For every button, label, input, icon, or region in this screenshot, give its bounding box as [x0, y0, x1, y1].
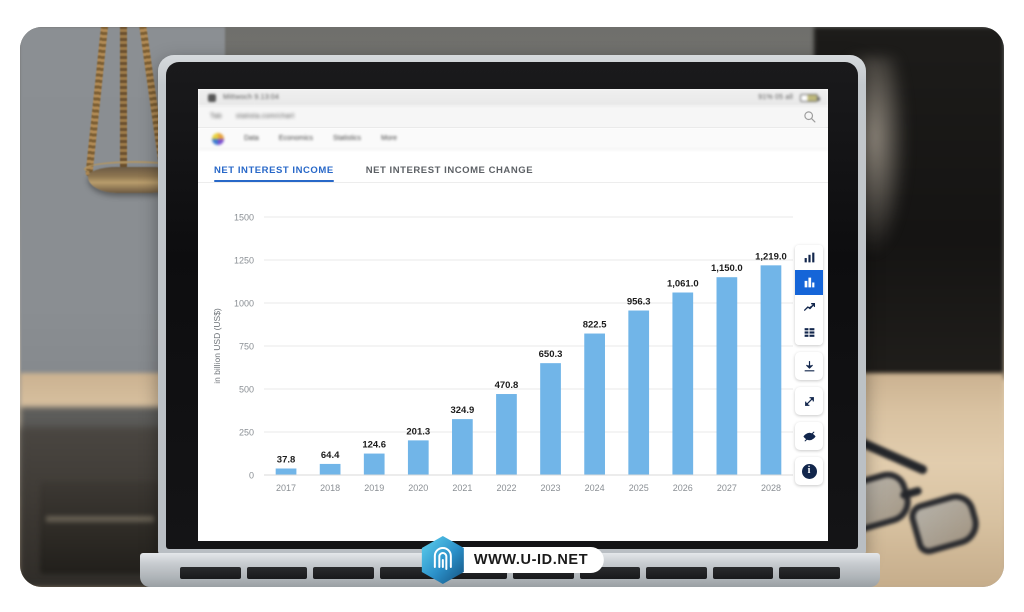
info-icon: i	[801, 463, 817, 479]
bar-value-label: 470.8	[495, 380, 519, 391]
y-axis-tick-label: 1000	[234, 299, 254, 309]
expand-icon	[804, 396, 814, 406]
expand-button[interactable]	[795, 387, 823, 415]
y-axis-tick-label: 250	[239, 428, 254, 438]
bar-value-label: 956.3	[627, 297, 651, 308]
bar-value-label: 324.9	[450, 405, 474, 416]
line-chart-icon	[803, 303, 815, 311]
nav-item-2[interactable]: Statistics	[333, 135, 361, 142]
x-axis-tick-label: 2017	[276, 483, 296, 493]
screenshot-root: Mittwoch 9.13:04 91% 05 all Tab statista…	[0, 0, 1024, 612]
bar[interactable]	[716, 277, 738, 475]
column-chart-icon	[804, 277, 814, 288]
column-chart-icon-button[interactable]	[795, 270, 823, 295]
scale-chain-left	[85, 27, 109, 177]
x-axis-tick-label: 2023	[541, 483, 561, 493]
bar-value-label: 201.3	[406, 426, 430, 437]
y-axis-tick-label: 1250	[234, 256, 254, 266]
bar-value-label: 1,061.0	[667, 279, 699, 290]
bar[interactable]	[584, 333, 605, 475]
watermark: WWW.U-ID.NET	[420, 535, 605, 585]
y-axis-tick-label: 500	[239, 385, 254, 395]
x-axis-tick-label: 2025	[629, 483, 649, 493]
line-chart-icon-button[interactable]	[795, 295, 823, 320]
x-axis-tick-label: 2020	[408, 483, 428, 493]
x-axis-tick-label: 2024	[585, 483, 605, 493]
browser-tab-label[interactable]: Tab	[210, 113, 222, 120]
bar[interactable]	[760, 265, 782, 475]
bar-value-label: 1,150.0	[711, 263, 743, 274]
site-navigation[interactable]: Data Economics Statistics More	[198, 128, 828, 150]
y-axis-tick-label: 1500	[234, 213, 254, 223]
bar[interactable]	[275, 468, 297, 475]
x-axis-tick-label: 2022	[496, 483, 516, 493]
x-axis-tick-label: 2021	[452, 483, 472, 493]
chart-toolbar: i	[795, 245, 823, 485]
x-axis-tick-label: 2019	[364, 483, 384, 493]
search-icon[interactable]	[803, 110, 816, 123]
browser-window: Mittwoch 9.13:04 91% 05 all Tab statista…	[198, 89, 828, 541]
x-axis-tick-label: 2028	[761, 483, 781, 493]
bar-chart-icon	[804, 252, 814, 263]
bar[interactable]	[496, 394, 517, 475]
bar-value-label: 37.8	[277, 454, 296, 465]
x-axis-tick-label: 2018	[320, 483, 340, 493]
bar[interactable]	[452, 419, 473, 475]
fingerprint-hexagon-icon	[420, 535, 466, 585]
chart-type-group	[795, 245, 823, 345]
laptop-screen: Mittwoch 9.13:04 91% 05 all Tab statista…	[198, 89, 828, 541]
nav-item-1[interactable]: Economics	[279, 135, 313, 142]
bar-chart-icon-button[interactable]	[795, 245, 823, 270]
scale-chain-middle	[120, 27, 127, 169]
os-status-bar: Mittwoch 9.13:04 91% 05 all	[198, 89, 828, 106]
hide-source-button[interactable]	[795, 422, 823, 450]
bar[interactable]	[363, 453, 385, 475]
bar-value-label: 64.4	[321, 450, 340, 461]
photo-frame: Mittwoch 9.13:04 91% 05 all Tab statista…	[20, 27, 1004, 587]
bar[interactable]	[407, 440, 429, 475]
bar[interactable]	[628, 310, 650, 475]
download-icon	[804, 360, 814, 371]
apple-menu-icon[interactable]	[208, 93, 216, 102]
hide-eye-icon	[802, 431, 816, 441]
bar-value-label: 1,219.0	[755, 251, 787, 262]
chart-tabs: NET INTEREST INCOME NET INTEREST INCOME …	[198, 150, 828, 183]
bar[interactable]	[672, 292, 694, 475]
bar-chart: 0 250 500 750 1000 1250 1500 in billion USD (US…	[212, 213, 793, 493]
bar-value-label: 650.3	[539, 349, 563, 360]
x-axis-tick-label: 2027	[717, 483, 737, 493]
bar[interactable]	[540, 363, 561, 475]
y-axis-tick-label: 0	[249, 471, 254, 481]
tab-net-interest-income-change[interactable]: NET INTEREST INCOME CHANGE	[366, 165, 533, 182]
x-axis-tick-label: 2026	[673, 483, 693, 493]
chart-container: 0 250 500 750 1000 1250 1500 in billion USD (US…	[198, 183, 828, 541]
bar-value-label: 124.6	[362, 440, 386, 451]
bar-value-label: 822.5	[583, 320, 607, 331]
nav-item-3[interactable]: More	[381, 135, 397, 142]
y-axis-title: in billion USD (US$)	[212, 308, 222, 384]
table-icon	[804, 328, 814, 337]
nav-item-0[interactable]: Data	[244, 135, 259, 142]
bar[interactable]	[319, 463, 341, 475]
tab-net-interest-income[interactable]: NET INTEREST INCOME	[214, 165, 334, 182]
info-button[interactable]: i	[795, 457, 823, 485]
browser-address-bar[interactable]: Tab statista.com/chart	[198, 106, 828, 128]
laptop: Mittwoch 9.13:04 91% 05 all Tab statista…	[140, 55, 880, 587]
download-button[interactable]	[795, 352, 823, 380]
battery-icon	[800, 93, 820, 102]
site-logo-icon[interactable]	[212, 132, 224, 145]
address-bar-url[interactable]: statista.com/chart	[236, 113, 294, 120]
eyeglasses-lens-right	[906, 488, 984, 558]
status-bar-clock: Mittwoch 9.13:04	[223, 94, 280, 101]
y-axis-tick-label: 750	[239, 342, 254, 352]
table-icon-button[interactable]	[795, 320, 823, 345]
status-bar-indicators: 91% 05 all	[758, 94, 793, 101]
